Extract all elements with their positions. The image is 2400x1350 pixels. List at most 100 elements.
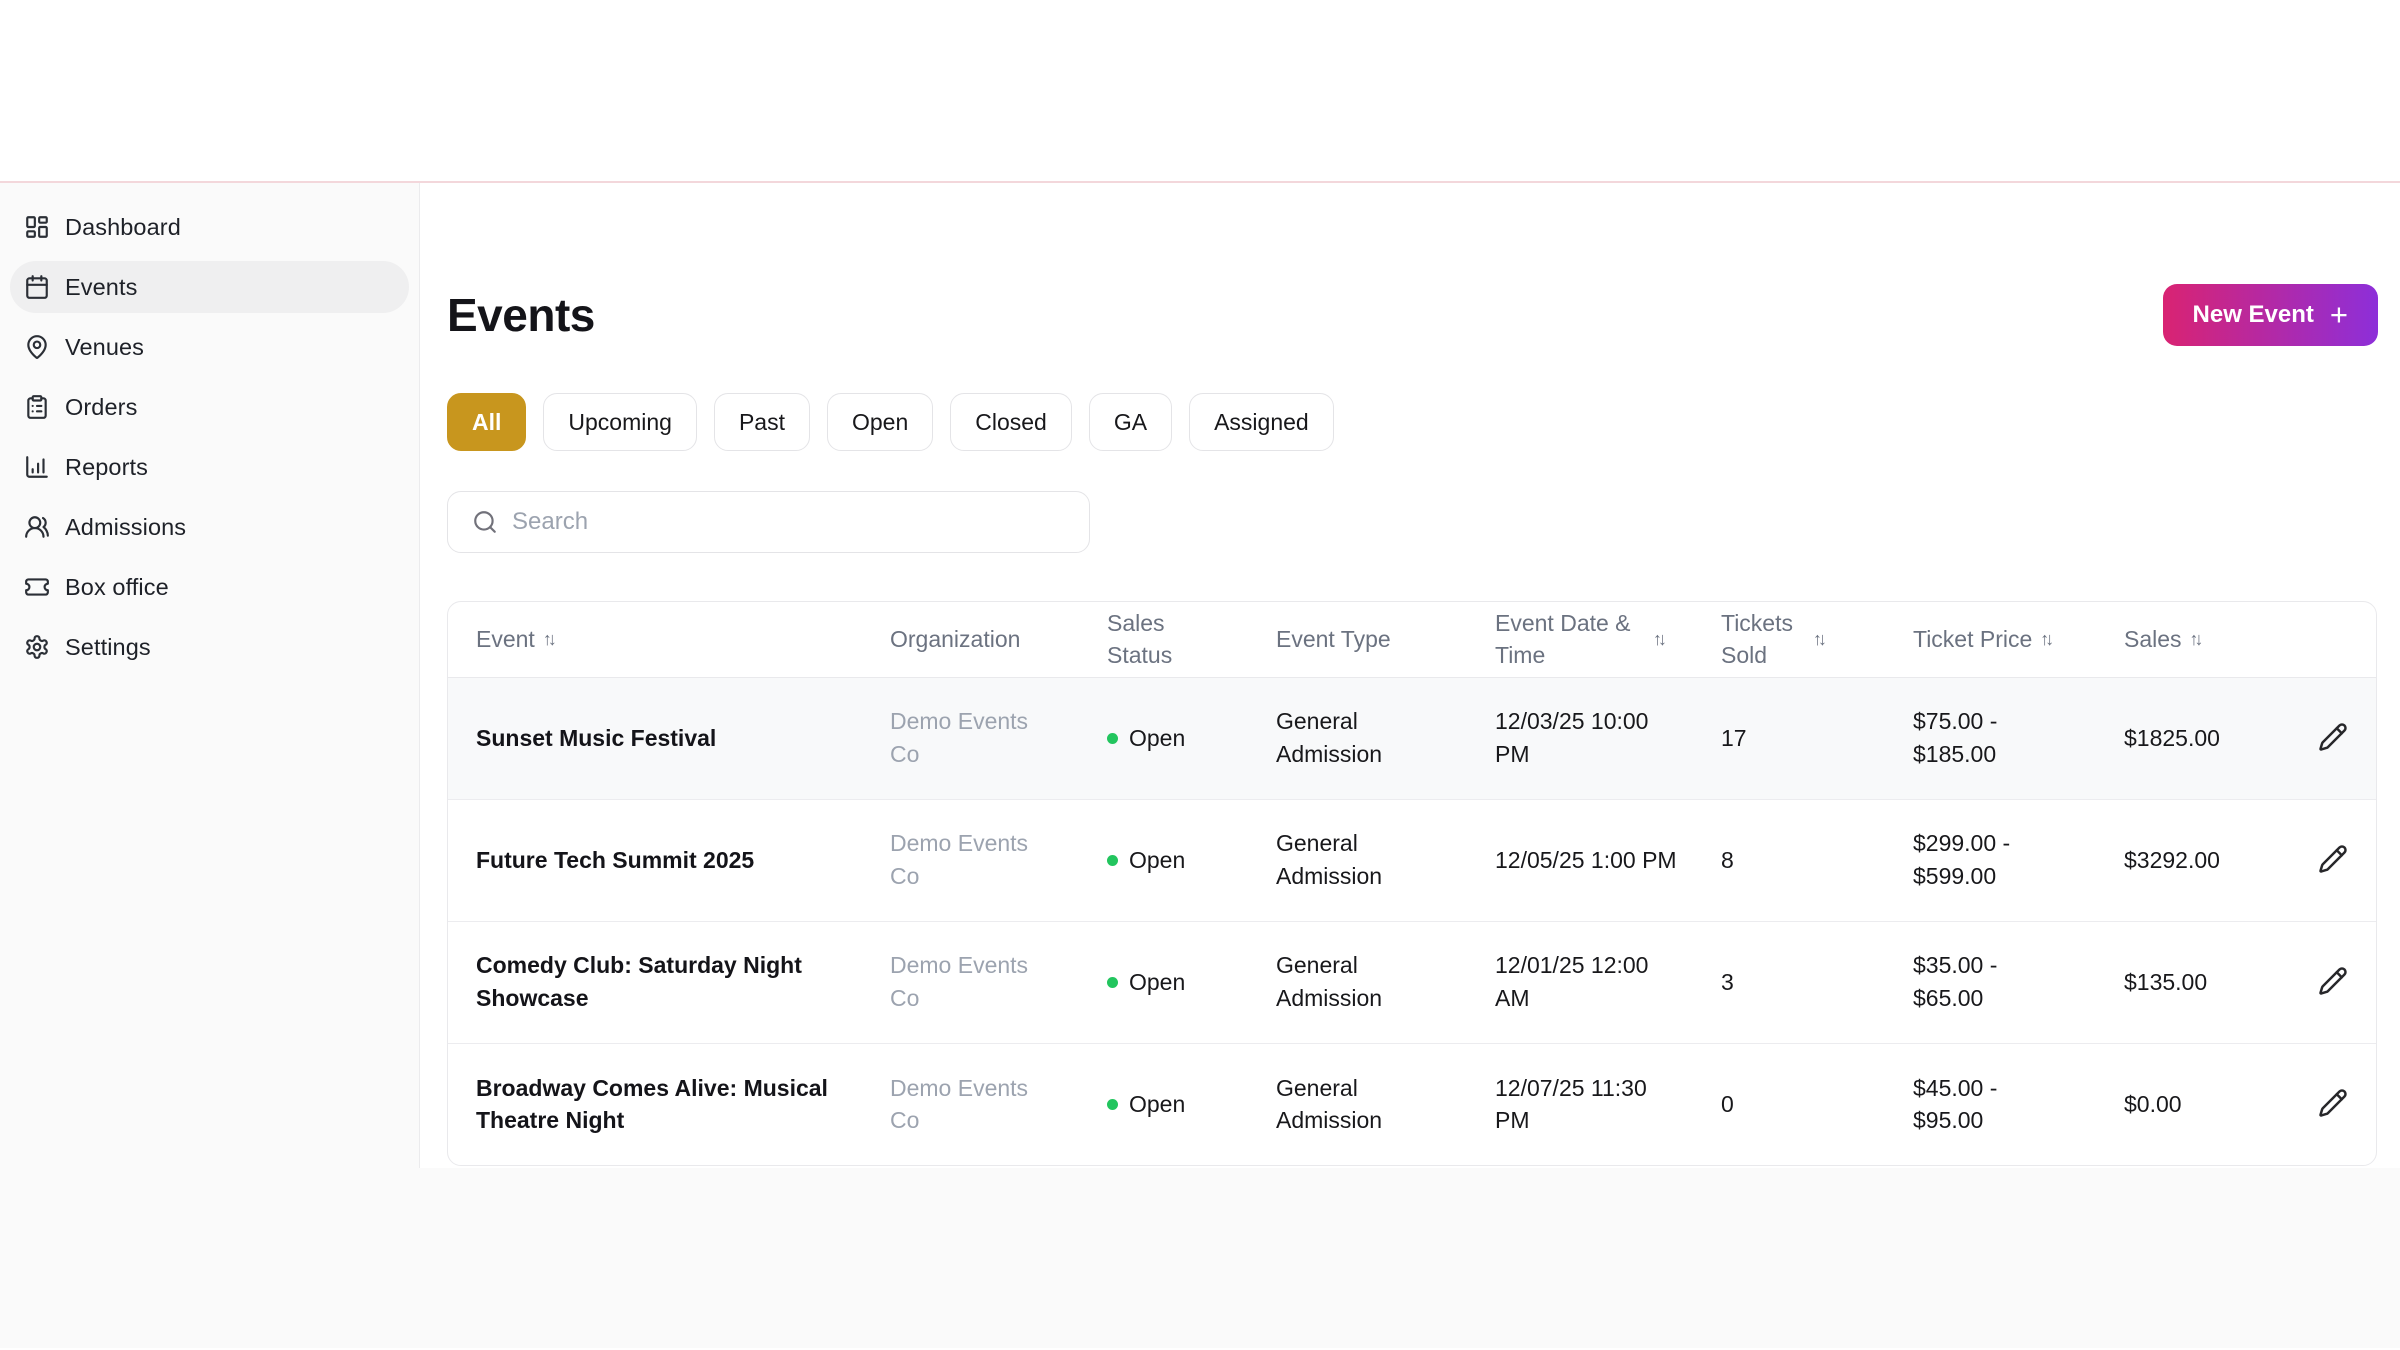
page-header: Events New Event +	[447, 284, 2378, 346]
top-strip	[0, 0, 2400, 181]
sidebar-item-box-office[interactable]: Box office	[10, 561, 409, 613]
status-dot	[1107, 1098, 1118, 1110]
column-header-ticket-price[interactable]: Ticket Price ↑↓	[1913, 602, 2124, 678]
column-label: Sales	[2124, 626, 2182, 653]
sidebar: Dashboard Events Venues Orders Reports A…	[0, 183, 420, 1168]
table-row[interactable]: Broadway Comes Alive: Musical Theatre Ni…	[448, 1043, 2376, 1165]
ticket-price: $75.00 - $185.00	[1913, 708, 1998, 767]
sidebar-item-label: Orders	[65, 393, 138, 420]
filter-chip-past[interactable]: Past	[713, 393, 810, 451]
sidebar-item-events[interactable]: Events	[10, 261, 409, 313]
column-header-sales-status: Sales Status	[1107, 602, 1276, 678]
column-header-sales[interactable]: Sales ↑↓	[2124, 602, 2288, 678]
events-table: Event ↑↓ Organization Sales Status Event …	[447, 601, 2377, 1166]
status-badge: Open	[1129, 1090, 1186, 1117]
sidebar-item-reports[interactable]: Reports	[10, 441, 409, 493]
column-label: Tickets Sold	[1721, 610, 1793, 669]
main-content: Events New Event + All Upcoming Past Ope…	[420, 183, 2400, 1168]
table-row[interactable]: Future Tech Summit 2025 Demo Events Co O…	[448, 799, 2376, 921]
event-name[interactable]: Sunset Music Festival	[476, 722, 716, 755]
edit-event-button[interactable]	[2311, 715, 2355, 759]
column-header-tickets-sold[interactable]: Tickets Sold ↑↓	[1721, 602, 1913, 678]
sidebar-item-label: Box office	[65, 573, 169, 600]
calendar-icon	[24, 274, 50, 300]
filter-chip-upcoming[interactable]: Upcoming	[543, 393, 697, 451]
pencil-icon	[2319, 845, 2347, 873]
status-dot	[1107, 854, 1118, 866]
dashboard-icon	[24, 214, 50, 240]
column-label: Organization	[890, 626, 1021, 653]
sidebar-item-label: Reports	[65, 453, 148, 480]
search-icon	[472, 509, 498, 535]
table-row[interactable]: Comedy Club: Saturday Night Showcase Dem…	[448, 921, 2376, 1043]
ticket-icon	[24, 574, 50, 600]
plus-icon: +	[2329, 296, 2348, 332]
map-pin-icon	[24, 334, 50, 360]
status-dot	[1107, 732, 1118, 744]
sort-icon: ↑↓	[2189, 628, 2204, 649]
sidebar-item-admissions[interactable]: Admissions	[10, 501, 409, 553]
ticket-price: $35.00 - $65.00	[1913, 952, 1998, 1011]
new-event-button[interactable]: New Event +	[2162, 284, 2378, 346]
event-type: General Admission	[1276, 830, 1383, 889]
sidebar-item-orders[interactable]: Orders	[10, 381, 409, 433]
sales-value: $3292.00	[2124, 846, 2220, 873]
clipboard-icon	[24, 394, 50, 420]
sidebar-item-label: Settings	[65, 633, 151, 660]
filter-chip-assigned[interactable]: Assigned	[1189, 393, 1334, 451]
column-label: Ticket Price	[1913, 626, 2033, 653]
page-title: Events	[447, 289, 595, 341]
ticket-price: $45.00 - $95.00	[1913, 1074, 1998, 1134]
sidebar-item-settings[interactable]: Settings	[10, 621, 409, 673]
pencil-icon	[2319, 1089, 2347, 1118]
column-header-actions	[2288, 602, 2376, 678]
ticket-price: $299.00 - $599.00	[1913, 830, 2011, 889]
sidebar-item-label: Dashboard	[65, 213, 181, 240]
filter-chip-all[interactable]: All	[447, 393, 527, 451]
sort-icon: ↑↓	[1653, 628, 1667, 649]
event-name[interactable]: Future Tech Summit 2025	[476, 844, 754, 877]
status-badge: Open	[1129, 846, 1186, 873]
search-input[interactable]	[512, 508, 1069, 536]
tickets-sold: 8	[1721, 846, 1734, 873]
event-date-time: 12/03/25 10:00 PM	[1495, 708, 1649, 767]
new-event-label: New Event	[2192, 301, 2314, 328]
organization: Demo Events Co	[890, 1074, 1029, 1134]
column-header-event-type: Event Type	[1276, 602, 1495, 678]
column-label: Event Date & Time	[1495, 610, 1631, 669]
table-header-row: Event ↑↓ Organization Sales Status Event …	[448, 602, 2376, 678]
filter-chip-ga[interactable]: GA	[1088, 393, 1173, 451]
event-name[interactable]: Broadway Comes Alive: Musical Theatre Ni…	[476, 1072, 856, 1137]
column-header-organization: Organization	[890, 602, 1107, 678]
bar-chart-icon	[24, 454, 50, 480]
status-badge: Open	[1129, 724, 1186, 751]
sidebar-item-label: Venues	[65, 333, 145, 360]
sales-value: $1825.00	[2124, 724, 2220, 751]
sidebar-item-dashboard[interactable]: Dashboard	[10, 201, 409, 253]
event-type: General Admission	[1276, 708, 1383, 767]
column-label: Event	[476, 626, 535, 653]
edit-event-button[interactable]	[2311, 1081, 2355, 1125]
filter-chip-open[interactable]: Open	[826, 393, 934, 451]
column-header-event[interactable]: Event ↑↓	[448, 602, 890, 678]
search-box[interactable]	[447, 491, 1090, 553]
event-type: General Admission	[1276, 1074, 1383, 1134]
status-badge: Open	[1129, 968, 1186, 995]
status-dot	[1107, 976, 1118, 988]
event-date-time: 12/01/25 12:00 AM	[1495, 952, 1649, 1011]
sales-value: $135.00	[2124, 968, 2208, 995]
filter-chips: All Upcoming Past Open Closed GA Assigne…	[447, 393, 2378, 451]
column-label: Event Type	[1276, 626, 1391, 653]
tickets-sold: 0	[1721, 1090, 1734, 1117]
sidebar-item-venues[interactable]: Venues	[10, 321, 409, 373]
edit-event-button[interactable]	[2311, 959, 2355, 1003]
filter-chip-closed[interactable]: Closed	[950, 393, 1072, 451]
table-row[interactable]: Sunset Music Festival Demo Events Co Ope…	[448, 677, 2376, 799]
app-frame: Dashboard Events Venues Orders Reports A…	[0, 181, 2400, 1168]
organization: Demo Events Co	[890, 830, 1029, 889]
event-name[interactable]: Comedy Club: Saturday Night Showcase	[476, 949, 856, 1014]
users-icon	[24, 514, 50, 540]
column-label: Sales Status	[1107, 610, 1173, 669]
column-header-date-time[interactable]: Event Date & Time ↑↓	[1495, 602, 1721, 678]
edit-event-button[interactable]	[2311, 837, 2355, 881]
